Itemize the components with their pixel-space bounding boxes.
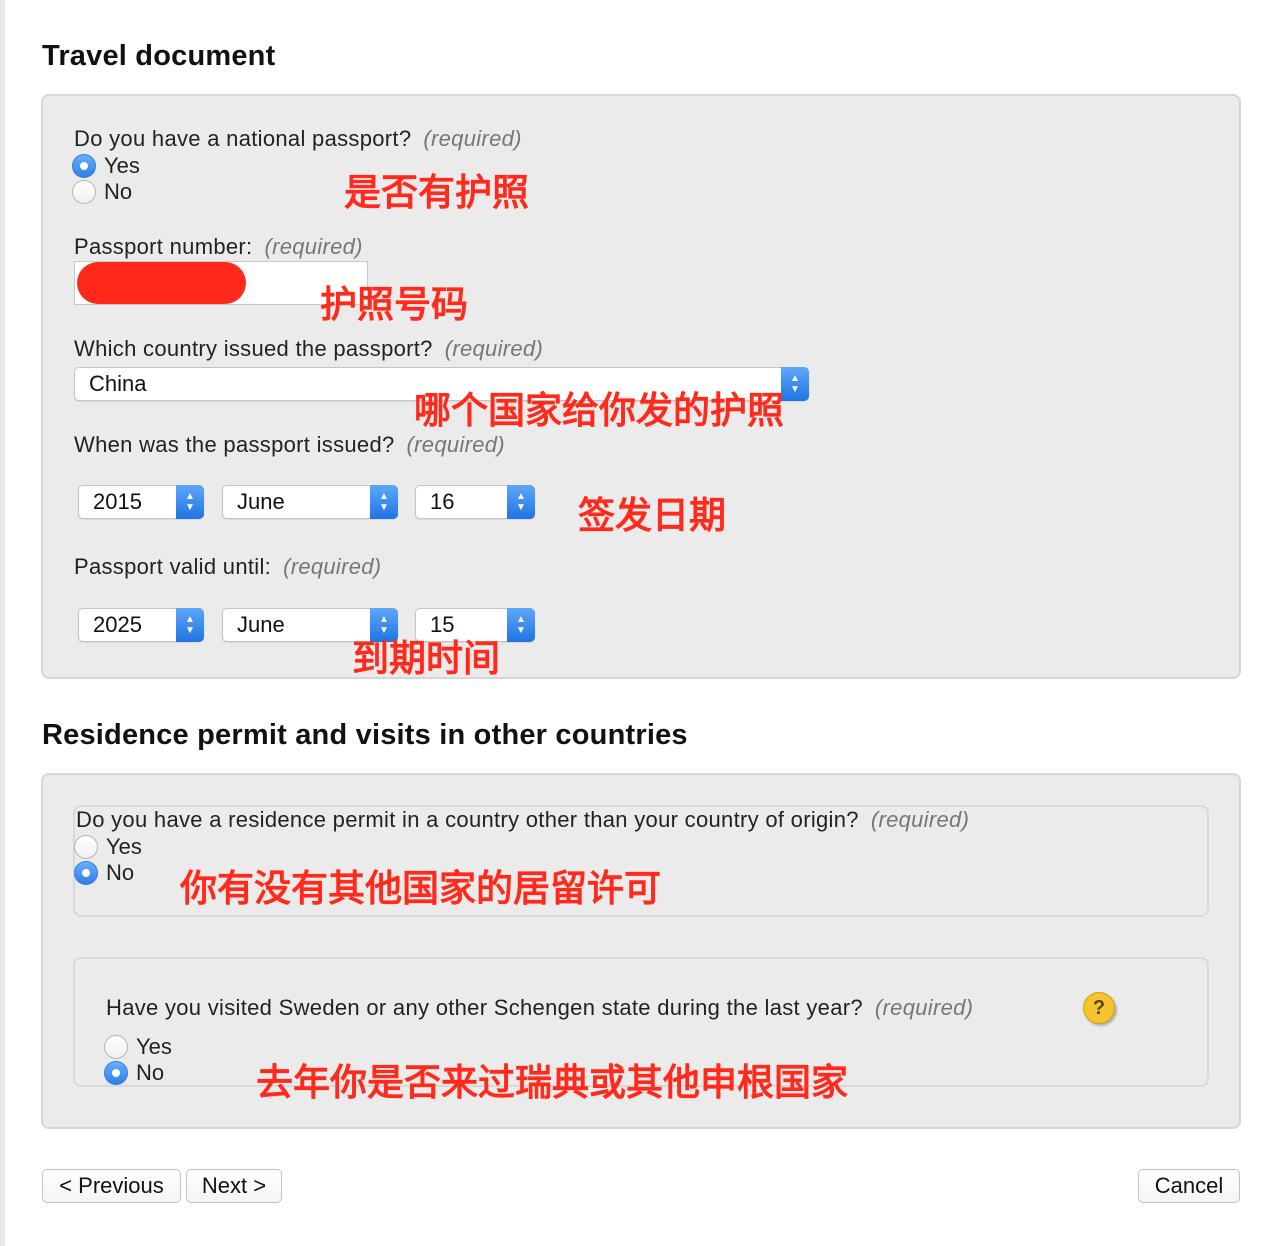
select-arrows-icon[interactable]: ▲ ▼ bbox=[781, 367, 809, 401]
required-label: (required) bbox=[264, 234, 363, 259]
radio-unselected-icon[interactable] bbox=[74, 835, 98, 859]
redaction-mark bbox=[77, 262, 246, 304]
question-text: Have you visited Sweden or any other Sch… bbox=[106, 995, 863, 1020]
question-text: Do you have a residence permit in a coun… bbox=[76, 807, 859, 832]
issuing-country-question: Which country issued the passport? (requi… bbox=[74, 336, 543, 362]
question-text: When was the passport issued? bbox=[74, 432, 395, 457]
option-label: Yes bbox=[106, 834, 142, 859]
option-label: Yes bbox=[104, 153, 140, 178]
annotation-issue-date: 签发日期 bbox=[578, 495, 726, 536]
radio-selected-icon[interactable] bbox=[72, 154, 96, 178]
select-value: 16 bbox=[430, 489, 455, 514]
national-passport-question: Do you have a national passport? (require… bbox=[74, 126, 522, 152]
previous-button[interactable]: < Previous bbox=[42, 1169, 181, 1203]
select-arrows-icon[interactable]: ▲ ▼ bbox=[176, 608, 204, 642]
annotation-passport-number: 护照号码 bbox=[320, 284, 468, 325]
select-value: June bbox=[237, 612, 285, 637]
radio-selected-icon[interactable] bbox=[104, 1061, 128, 1085]
permit-no-option[interactable]: No bbox=[74, 860, 134, 886]
schengen-yes-option[interactable]: Yes bbox=[104, 1034, 172, 1060]
issue-month-select[interactable]: June ▲ ▼ bbox=[222, 485, 398, 519]
annotation-expiry-date: 到期时间 bbox=[352, 638, 500, 679]
select-arrows-icon[interactable]: ▲ ▼ bbox=[507, 485, 535, 519]
required-label: (required) bbox=[444, 336, 544, 361]
option-label: No bbox=[104, 179, 133, 204]
question-text: Do you have a national passport? bbox=[74, 126, 412, 151]
radio-unselected-icon[interactable] bbox=[72, 180, 96, 204]
annotation-schengen-visit: 去年你是否来过瑞典或其他申根国家 bbox=[256, 1062, 848, 1103]
select-arrows-icon[interactable]: ▲ ▼ bbox=[370, 485, 398, 519]
question-text: Passport valid until: bbox=[74, 554, 272, 579]
left-edge-bar bbox=[0, 0, 5, 1246]
select-value: China bbox=[89, 371, 147, 396]
question-text: Which country issued the passport? bbox=[74, 336, 433, 361]
passport-yes-option[interactable]: Yes bbox=[72, 153, 140, 179]
select-arrows-icon[interactable]: ▲ ▼ bbox=[507, 608, 535, 642]
passport-number-question: Passport number: (required) bbox=[74, 234, 363, 260]
required-label: (required) bbox=[283, 554, 382, 579]
required-label: (required) bbox=[874, 995, 974, 1020]
annotation-residence-permit: 你有没有其他国家的居留许可 bbox=[180, 868, 661, 909]
option-label: No bbox=[136, 1060, 165, 1085]
option-label: No bbox=[106, 860, 135, 885]
radio-selected-icon[interactable] bbox=[74, 861, 98, 885]
select-value: June bbox=[237, 489, 285, 514]
valid-year-select[interactable]: 2025 ▲ ▼ bbox=[78, 608, 204, 642]
help-question-icon[interactable]: ? bbox=[1083, 992, 1115, 1024]
section-title-residence: Residence permit and visits in other cou… bbox=[42, 719, 688, 751]
select-value: 2025 bbox=[93, 612, 142, 637]
issue-day-select[interactable]: 16 ▲ ▼ bbox=[415, 485, 535, 519]
option-label: Yes bbox=[136, 1034, 172, 1059]
passport-no-option[interactable]: No bbox=[72, 179, 132, 205]
annotation-has-passport: 是否有护照 bbox=[344, 172, 529, 213]
required-label: (required) bbox=[423, 126, 522, 151]
issue-year-select[interactable]: 2015 ▲ ▼ bbox=[78, 485, 204, 519]
annotation-issuing-country: 哪个国家给你发的护照 bbox=[414, 390, 784, 431]
schengen-no-option[interactable]: No bbox=[104, 1060, 164, 1086]
required-label: (required) bbox=[870, 807, 970, 832]
issue-date-question: When was the passport issued? (required) bbox=[74, 432, 505, 458]
required-label: (required) bbox=[406, 432, 505, 457]
select-value: 2015 bbox=[93, 489, 142, 514]
radio-unselected-icon[interactable] bbox=[104, 1035, 128, 1059]
permit-yes-option[interactable]: Yes bbox=[74, 834, 142, 860]
valid-until-question: Passport valid until: (required) bbox=[74, 554, 381, 580]
select-arrows-icon[interactable]: ▲ ▼ bbox=[176, 485, 204, 519]
next-button[interactable]: Next > bbox=[186, 1169, 282, 1203]
schengen-visit-question: Have you visited Sweden or any other Sch… bbox=[106, 995, 973, 1021]
cancel-button[interactable]: Cancel bbox=[1138, 1169, 1240, 1203]
residence-permit-question: Do you have a residence permit in a coun… bbox=[76, 807, 969, 833]
section-title-travel-document: Travel document bbox=[42, 40, 276, 72]
question-text: Passport number: bbox=[74, 234, 253, 259]
